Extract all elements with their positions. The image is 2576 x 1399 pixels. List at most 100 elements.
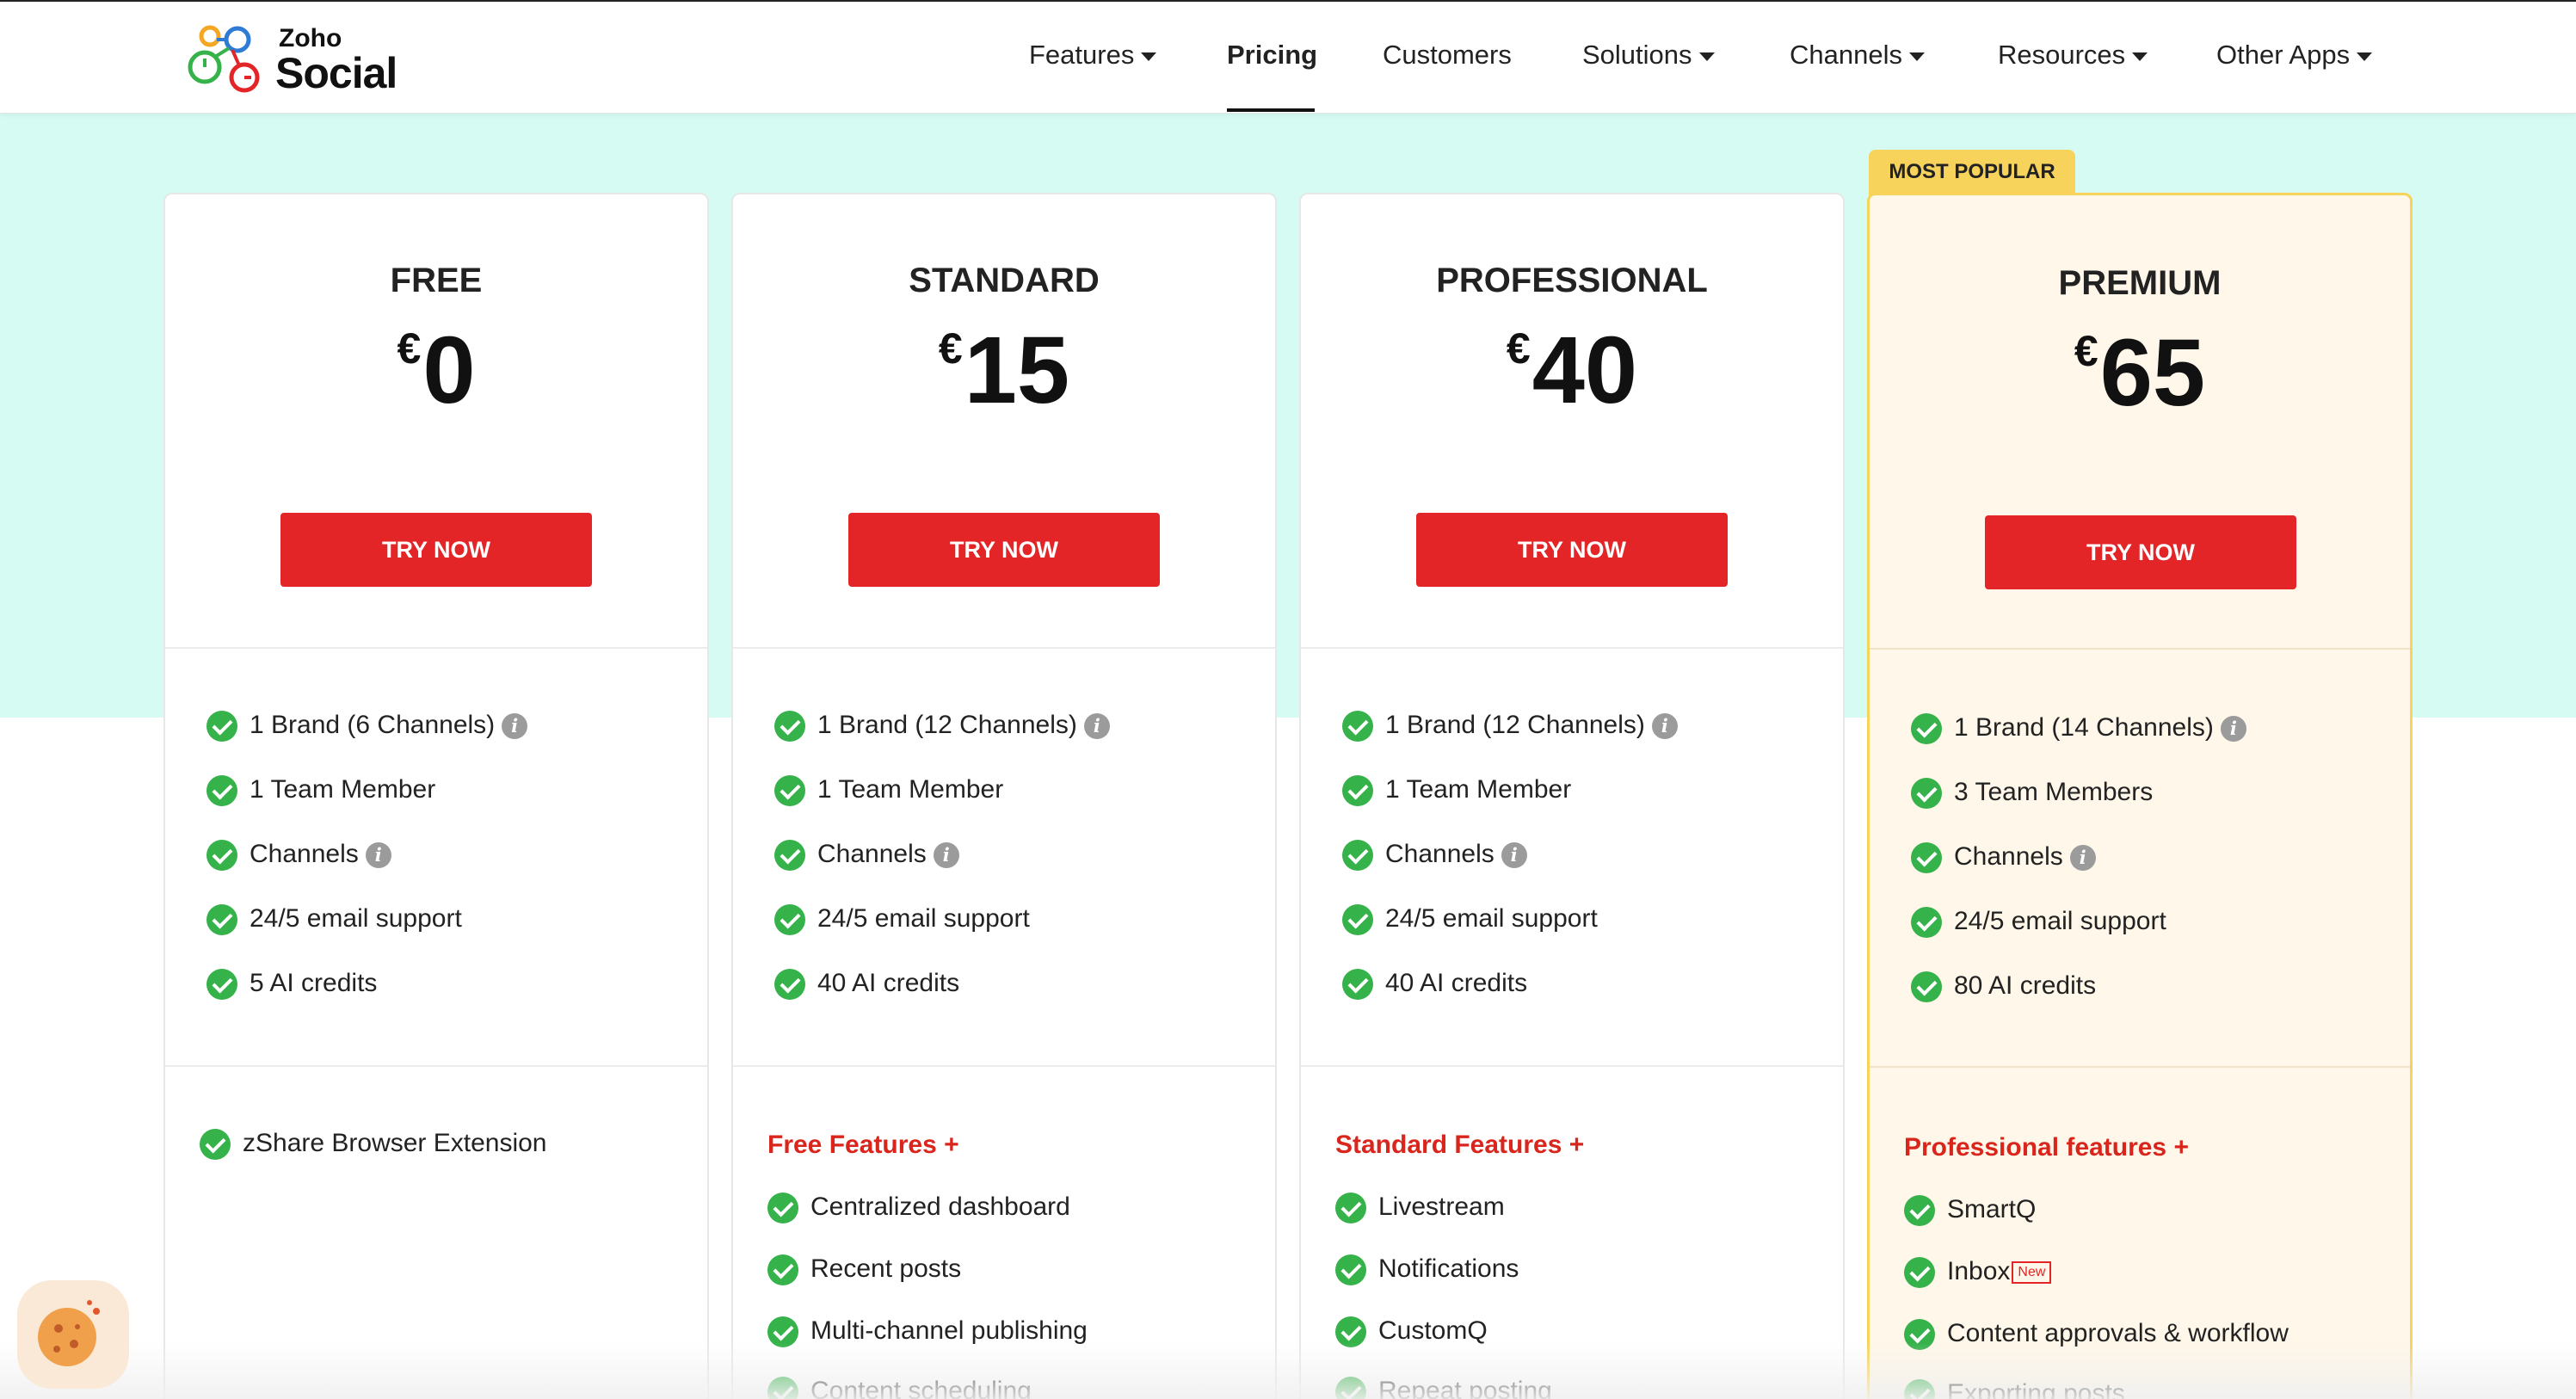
try-now-button[interactable]: TRY NOW	[1416, 513, 1728, 587]
plan-card-standard: STANDARD €15 TRY NOW 1 Brand (12 Channel…	[731, 193, 1277, 1399]
feature-item: Channels i	[1911, 842, 2096, 874]
chevron-down-icon	[1141, 52, 1157, 61]
feature-label: 24/5 email support	[817, 904, 1030, 933]
check-icon	[774, 969, 805, 1001]
chevron-down-icon	[2132, 52, 2148, 61]
feature-label: CustomQ	[1378, 1316, 1488, 1345]
feature-label: 1 Brand (12 Channels)	[1385, 711, 1645, 739]
feature-item: Channels i	[206, 840, 391, 872]
price-value: 0	[422, 317, 476, 423]
check-icon	[1904, 1195, 1935, 1227]
feature-label: Inbox	[1947, 1257, 2011, 1285]
info-icon[interactable]: i	[502, 713, 528, 740]
feature-item: Channels i	[1342, 840, 1527, 872]
currency-symbol: €	[397, 324, 422, 373]
info-icon[interactable]: i	[1651, 713, 1678, 740]
check-icon	[1335, 1193, 1366, 1224]
nav-features[interactable]: Features	[1029, 40, 1157, 71]
chevron-down-icon	[1698, 52, 1715, 61]
check-icon	[1342, 775, 1373, 807]
nav-customers[interactable]: Customers	[1383, 40, 1512, 71]
check-icon	[1911, 713, 1942, 745]
nav-other-apps-label: Other Apps	[2216, 40, 2351, 70]
check-icon	[206, 711, 237, 743]
feature-label: SmartQ	[1947, 1195, 2037, 1223]
extra-feature-item: Exporting posts	[1904, 1379, 2125, 1399]
logo-text-social: Social	[275, 49, 397, 97]
info-icon[interactable]: i	[2069, 845, 2096, 872]
feature-item: 1 Brand (14 Channels) i	[1911, 713, 2246, 745]
divider	[733, 1065, 1275, 1067]
cookie-preferences-button[interactable]	[17, 1280, 129, 1389]
feature-label: Repeat posting	[1378, 1377, 1552, 1399]
plan-price: €65	[1870, 326, 2410, 421]
nav-pricing-label: Pricing	[1227, 40, 1318, 70]
feature-item: 1 Brand (12 Channels) i	[774, 711, 1110, 743]
info-icon[interactable]: i	[1501, 842, 1527, 869]
feature-item: 24/5 email support	[206, 904, 462, 936]
check-icon	[1904, 1319, 1935, 1351]
extra-feature-item: Inbox New	[1904, 1257, 2052, 1289]
section-title: Professional features +	[1904, 1133, 2189, 1162]
plan-name: PROFESSIONAL	[1436, 262, 1708, 299]
feature-item: 24/5 email support	[1342, 904, 1598, 936]
check-icon	[767, 1377, 798, 1399]
feature-label: Notifications	[1378, 1254, 1519, 1283]
feature-label: Exporting posts	[1947, 1379, 2125, 1399]
divider	[165, 1065, 707, 1067]
nav-other-apps[interactable]: Other Apps	[2216, 40, 2373, 71]
feature-item: Channels i	[774, 840, 959, 872]
price-value: 15	[964, 317, 1070, 423]
extra-feature-item: Multi-channel publishing	[767, 1316, 1088, 1348]
nav-solutions[interactable]: Solutions	[1582, 40, 1715, 71]
feature-label: 24/5 email support	[1954, 907, 2166, 935]
check-icon	[206, 904, 237, 936]
plan-card-professional: PROFESSIONAL €40 TRY NOW 1 Brand (12 Cha…	[1299, 193, 1845, 1399]
check-icon	[1911, 907, 1942, 939]
extra-feature-item: Recent posts	[767, 1254, 961, 1286]
divider	[1301, 647, 1843, 649]
try-now-button[interactable]: TRY NOW	[280, 513, 592, 587]
feature-item: 24/5 email support	[774, 904, 1030, 936]
try-now-button[interactable]: TRY NOW	[1985, 515, 2296, 589]
nav-resources[interactable]: Resources	[1998, 40, 2148, 71]
info-icon[interactable]: i	[933, 842, 959, 869]
feature-label: 1 Brand (12 Channels)	[817, 711, 1077, 739]
most-popular-badge: MOST POPULAR	[1869, 150, 2075, 196]
info-icon[interactable]: i	[365, 842, 391, 869]
check-icon	[1904, 1257, 1935, 1289]
nav-solutions-label: Solutions	[1582, 40, 1692, 70]
check-icon	[1342, 840, 1373, 872]
check-icon	[774, 840, 805, 872]
feature-label: Content approvals & workflow	[1947, 1319, 2289, 1347]
feature-item: 1 Team Member	[1342, 775, 1571, 807]
extra-feature-item: zShare Browser Extension	[200, 1129, 547, 1161]
feature-label: 3 Team Members	[1954, 778, 2154, 806]
plan-price: €0	[165, 324, 707, 418]
check-icon	[1335, 1377, 1366, 1399]
info-icon[interactable]: i	[1083, 713, 1110, 740]
check-icon	[1911, 971, 1942, 1003]
try-now-button[interactable]: TRY NOW	[848, 513, 1160, 587]
check-icon	[774, 904, 805, 936]
feature-item: 40 AI credits	[1342, 969, 1528, 1001]
zoho-social-logo[interactable]: Zoho Social	[184, 17, 408, 103]
nav-features-label: Features	[1029, 40, 1135, 70]
plan-name: STANDARD	[909, 262, 1100, 299]
nav-channels[interactable]: Channels	[1790, 40, 1925, 71]
feature-item: 80 AI credits	[1911, 971, 2096, 1003]
feature-item: 1 Team Member	[774, 775, 1003, 807]
currency-symbol: €	[1506, 324, 1531, 373]
cookie-icon	[38, 1300, 100, 1366]
info-icon[interactable]: i	[2220, 716, 2246, 743]
check-icon	[200, 1129, 231, 1161]
extra-feature-item: SmartQ	[1904, 1195, 2037, 1227]
nav-resources-label: Resources	[1998, 40, 2126, 70]
feature-label: 40 AI credits	[1385, 969, 1528, 997]
check-icon	[1911, 842, 1942, 874]
feature-label: 1 Brand (14 Channels)	[1954, 713, 2214, 742]
nav-pricing[interactable]: Pricing	[1227, 40, 1317, 71]
new-badge: New	[2012, 1261, 2052, 1285]
feature-label: 1 Team Member	[250, 775, 436, 804]
section-title: Free Features +	[767, 1131, 959, 1159]
